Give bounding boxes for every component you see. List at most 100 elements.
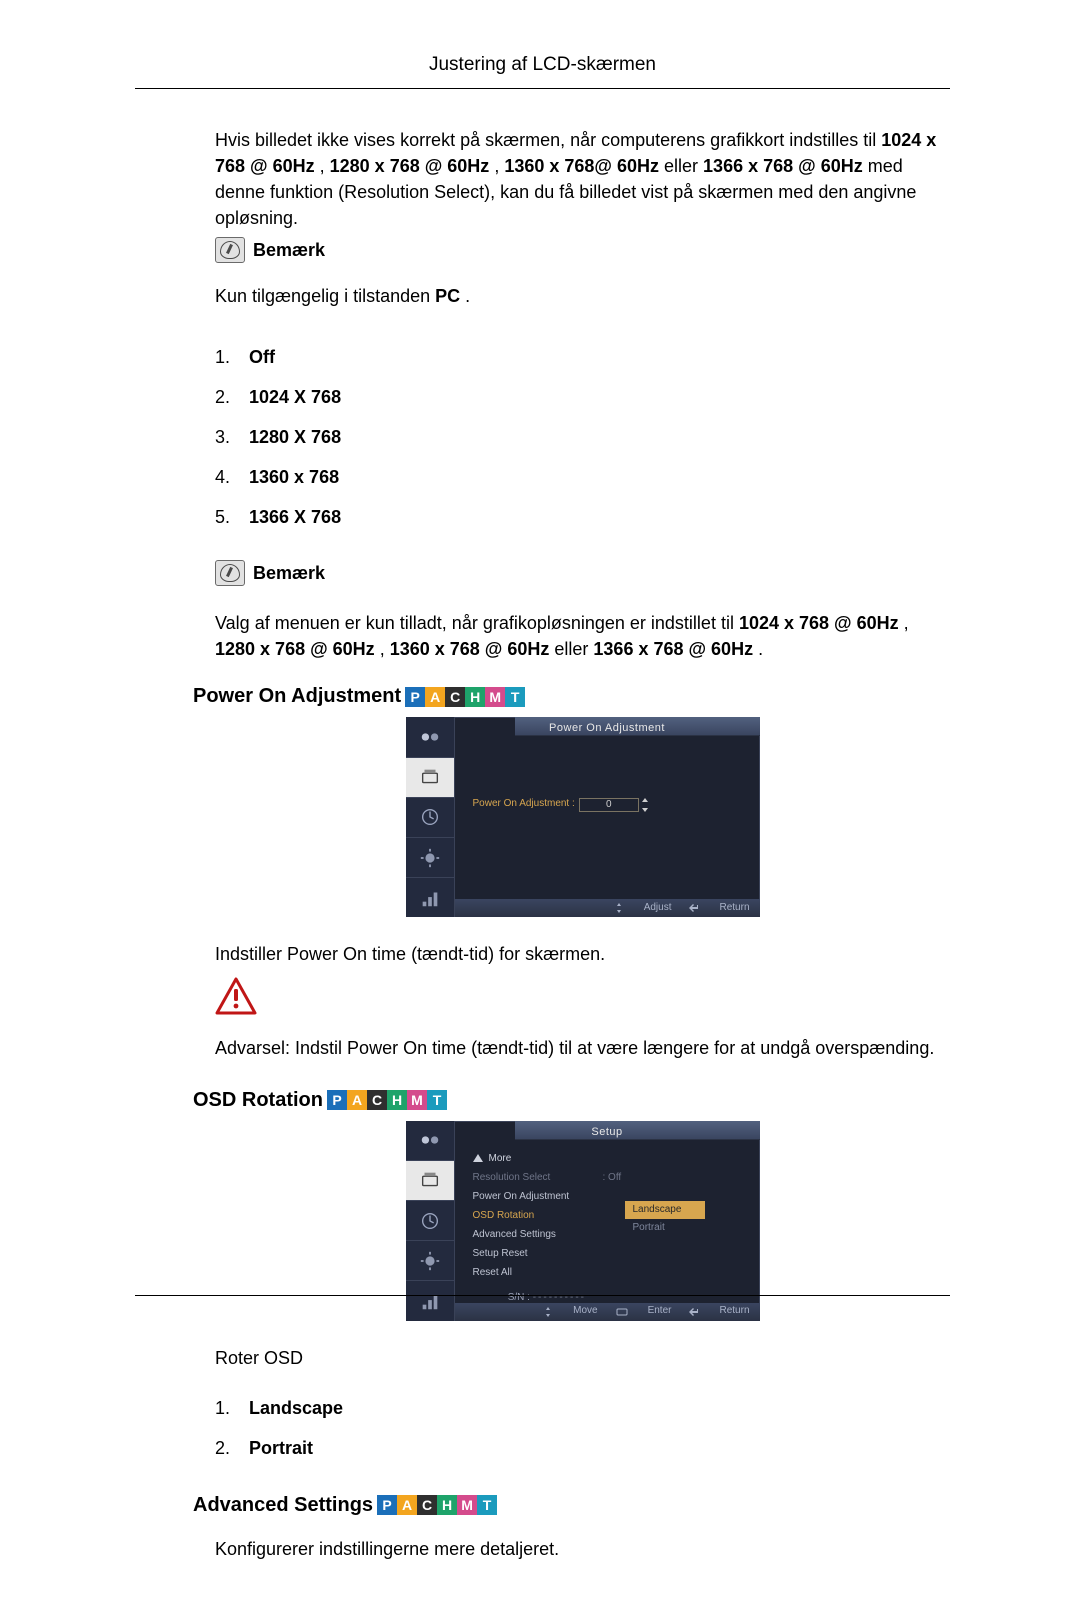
osd-menu-row: Power On Adjustment — [473, 1187, 622, 1206]
list-number: 2. — [215, 384, 249, 410]
menu-key: Resolution Select — [473, 1168, 603, 1187]
section-title-text: Advanced Settings — [193, 1491, 373, 1520]
note-icon — [215, 560, 245, 586]
osd-main: Power On Adjustment Power On Adjustment … — [455, 717, 760, 917]
badge-a: A — [347, 1090, 367, 1110]
text: Enter — [648, 1304, 672, 1319]
mode-badges: P A C H M T — [405, 687, 525, 707]
menu-key: Advanced Settings — [473, 1225, 603, 1244]
bold-text: 1360 x 768@ 60Hz — [504, 156, 659, 176]
badge-c: C — [445, 687, 465, 707]
text: eller — [554, 639, 593, 659]
power-on-desc: Indstiller Power On time (tændt-tid) for… — [215, 941, 950, 967]
note-label: Bemærk — [253, 237, 325, 263]
badge-h: H — [437, 1495, 457, 1515]
osd-menu: More Resolution Select: Off Power On Adj… — [473, 1149, 622, 1307]
bold-text: 1366 x 768 @ 60Hz — [703, 156, 863, 176]
osd-main: Setup More Resolution Select: Off Power … — [455, 1121, 760, 1321]
bold-text: 1360 x 768 @ 60Hz — [390, 639, 550, 659]
text: More — [489, 1149, 512, 1168]
badge-m: M — [457, 1495, 477, 1515]
list-text: 1024 X 768 — [249, 384, 341, 410]
badge-a: A — [425, 687, 445, 707]
section-title-power-on: Power On Adjustment P A C H M T — [193, 682, 950, 711]
osd-rotation-desc: Roter OSD — [215, 1345, 950, 1371]
text: Return — [719, 901, 749, 916]
bold-text: 1366 x 768 @ 60Hz — [593, 639, 753, 659]
osd-side-icon — [406, 1200, 454, 1240]
section-title-osd-rotation: OSD Rotation P A C H M T — [193, 1086, 950, 1115]
advanced-desc: Konfigurerer indstillingerne mere detalj… — [215, 1536, 950, 1562]
menu-value: : Off — [603, 1168, 622, 1187]
osd-foot-move: Move — [543, 1304, 597, 1319]
note-icon — [215, 237, 245, 263]
document-page: Justering af LCD-skærmen Hvis billedet i… — [0, 0, 1080, 1622]
list-item: 5.1366 X 768 — [215, 504, 950, 530]
note-body: Kun tilgængelig i tilstanden PC . — [215, 283, 950, 309]
bold-text: 1280 x 768 @ 60Hz — [330, 156, 490, 176]
text: , — [380, 639, 390, 659]
menu-key: Power On Adjustment — [473, 1187, 603, 1206]
osd-field-value: 0 — [579, 798, 639, 812]
res-select-intro: Hvis billedet ikke vises korrekt på skær… — [215, 127, 950, 231]
osd-foot-return: Return — [689, 1304, 749, 1319]
osd-menu-row: Reset All — [473, 1263, 622, 1282]
osd-side-icon — [406, 797, 454, 837]
osd-screenshot-power-on: Power On Adjustment Power On Adjustment … — [406, 717, 760, 917]
bold-text: 1024 x 768 @ 60Hz — [739, 613, 899, 633]
text: , — [904, 613, 909, 633]
text: Return — [719, 1304, 749, 1319]
list-item: 4.1360 x 768 — [215, 464, 950, 490]
mode-badges: P A C H M T — [377, 1495, 497, 1515]
osd-field: Power On Adjustment : 0 — [473, 797, 649, 812]
list-item: 2.Portrait — [215, 1435, 950, 1461]
badge-p: P — [405, 687, 425, 707]
badge-h: H — [465, 687, 485, 707]
badge-h: H — [387, 1090, 407, 1110]
osd-side-icon — [406, 1280, 454, 1320]
osd-side-icon — [406, 757, 454, 797]
bold-text: 1280 x 768 @ 60Hz — [215, 639, 375, 659]
note-body: Valg af menuen er kun tilladt, når grafi… — [215, 610, 950, 662]
text: . — [758, 639, 763, 659]
list-number: 4. — [215, 464, 249, 490]
bottom-rule — [135, 1295, 950, 1296]
text: Kun tilgængelig i tilstanden — [215, 286, 435, 306]
list-text: 1360 x 768 — [249, 464, 339, 490]
text: Move — [573, 1304, 597, 1319]
osd-option: Landscape — [625, 1201, 705, 1220]
list-text: Portrait — [249, 1435, 313, 1461]
note-label: Bemærk — [253, 560, 325, 586]
osd-option-popup: Landscape Portrait — [625, 1201, 705, 1238]
osd-sidebar — [406, 717, 455, 917]
res-select-list: 1.Off 2.1024 X 768 3.1280 X 768 4.1360 x… — [215, 344, 950, 530]
power-on-warning: Advarsel: Indstil Power On time (tændt-t… — [215, 1035, 950, 1061]
osd-foot-adjust: Adjust — [614, 901, 672, 916]
text: . — [465, 286, 470, 306]
list-text: Off — [249, 344, 275, 370]
spinner-arrows-icon — [641, 798, 649, 812]
osd-footer: Adjust Return — [455, 899, 760, 917]
list-text: 1366 X 768 — [249, 504, 341, 530]
badge-t: T — [427, 1090, 447, 1110]
list-item: 1.Off — [215, 344, 950, 370]
osd-sidebar — [406, 1121, 455, 1321]
osd-side-icon — [406, 1160, 454, 1200]
note-row: Bemærk — [215, 237, 950, 263]
badge-p: P — [327, 1090, 347, 1110]
text: S/N : — [508, 1292, 530, 1303]
list-text: Landscape — [249, 1395, 343, 1421]
osd-foot-return: Return — [689, 901, 749, 916]
list-number: 2. — [215, 1435, 249, 1461]
list-number: 1. — [215, 1395, 249, 1421]
osd-menu-row: Resolution Select: Off — [473, 1168, 622, 1187]
note-row: Bemærk — [215, 560, 950, 586]
list-text: 1280 X 768 — [249, 424, 341, 450]
text: , — [320, 156, 330, 176]
section-title-text: Power On Adjustment — [193, 682, 401, 711]
osd-rotation-list: 1.Landscape 2.Portrait — [215, 1395, 950, 1461]
osd-menu-row: Advanced Settings — [473, 1225, 622, 1244]
osd-title: Power On Adjustment — [455, 717, 760, 743]
menu-key: Reset All — [473, 1263, 603, 1282]
list-item: 3.1280 X 768 — [215, 424, 950, 450]
